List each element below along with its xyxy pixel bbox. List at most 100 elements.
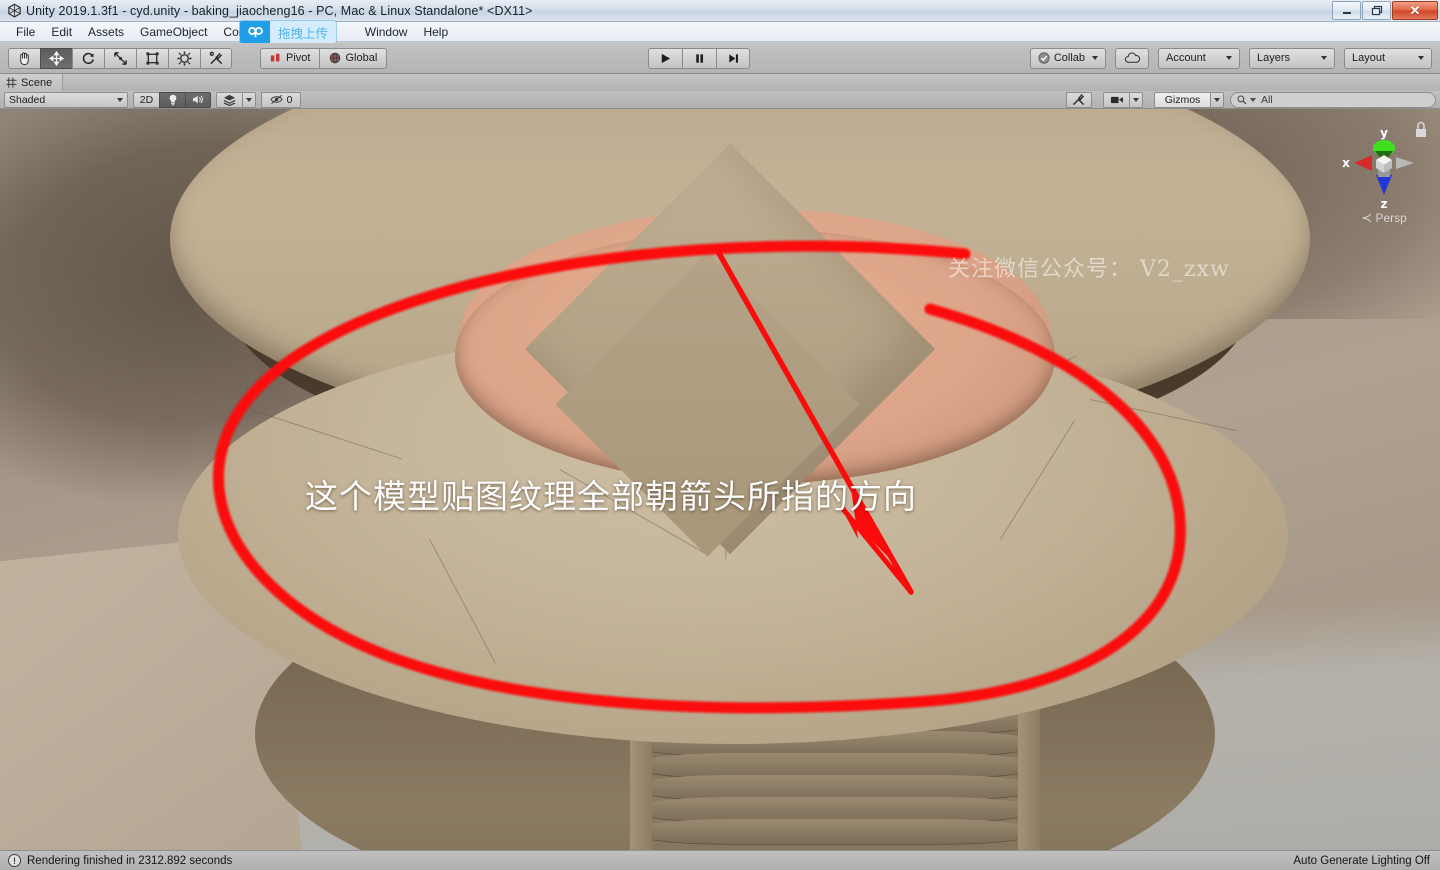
unity-logo-icon — [5, 3, 23, 19]
layout-label: Layout — [1352, 52, 1386, 64]
shading-mode-label: Shaded — [9, 93, 46, 106]
restore-button[interactable] — [1362, 1, 1391, 20]
scene-tools-button[interactable] — [1066, 91, 1092, 108]
svg-text:z: z — [1381, 197, 1388, 211]
menu-gameobject[interactable]: GameObject — [132, 23, 215, 41]
svg-text:x: x — [1342, 156, 1350, 170]
title-bar: Unity 2019.1.3f1 - cyd.unity - baking_ji… — [0, 0, 1440, 22]
scene-toolbar: Shaded 2D 0 Gizmos All — [0, 91, 1440, 109]
scene-viewport[interactable]: 这个模型贴图纹理全部朝箭头所指的方向 关注微信公众号： V2_zxw y z x… — [0, 109, 1440, 850]
chevron-down-icon — [1250, 97, 1256, 102]
unity-editor-window: Unity 2019.1.3f1 - cyd.unity - baking_ji… — [0, 0, 1440, 870]
close-button[interactable]: ✕ — [1392, 1, 1438, 20]
hand-icon — [20, 51, 29, 65]
speaker-icon — [192, 95, 203, 104]
watermark-text: 关注微信公众号： V2_zxw — [948, 257, 1230, 282]
menu-window[interactable]: Window — [357, 23, 416, 41]
transform-tools-group — [8, 47, 232, 69]
gizmo-projection-label[interactable]: ≺ Persp — [1334, 210, 1434, 226]
annotation-note-text: 这个模型贴图纹理全部朝箭头所指的方向 — [305, 477, 917, 516]
effects-dropdown[interactable] — [242, 91, 256, 108]
tab-scene-label: Scene — [21, 76, 53, 89]
scene-grid-icon — [6, 77, 17, 88]
hidden-objects-group: 0 — [261, 91, 301, 108]
layout-button[interactable]: Layout — [1344, 47, 1432, 69]
toggle-2d-button[interactable]: 2D — [133, 91, 159, 108]
scene-lighting-toggle[interactable] — [159, 91, 185, 108]
scene-search-field[interactable]: All — [1230, 91, 1436, 108]
transform-tool-button[interactable] — [168, 47, 200, 69]
step-icon — [728, 53, 738, 63]
menu-bar: File Edit Assets GameObject Com Window H… — [0, 22, 1440, 42]
svg-text:y: y — [1380, 126, 1388, 140]
shading-mode-dropdown[interactable]: Shaded — [4, 91, 128, 108]
camera-group — [1103, 91, 1143, 108]
playback-controls — [648, 47, 750, 69]
gizmo-axis-z: z — [1376, 175, 1392, 211]
chevron-down-icon — [117, 97, 123, 102]
camera-icon — [1110, 96, 1123, 103]
toggle-2d-label: 2D — [139, 93, 154, 106]
move-arrows-icon — [49, 50, 64, 66]
hand-tool-button[interactable] — [8, 47, 40, 69]
tools-icon — [1072, 93, 1085, 106]
pivot-button[interactable]: Pivot — [260, 47, 320, 69]
tab-scene[interactable]: Scene — [0, 74, 64, 91]
camera-dropdown[interactable] — [1129, 91, 1143, 108]
minimize-button[interactable] — [1332, 1, 1361, 20]
scene-camera-button[interactable] — [1103, 91, 1129, 108]
eye-slash-icon — [270, 94, 283, 105]
window-controls: ✕ — [1332, 1, 1438, 20]
menu-assets[interactable]: Assets — [80, 23, 132, 41]
move-tool-button[interactable] — [40, 47, 72, 69]
collab-check-icon — [1038, 52, 1050, 64]
pivot-group: Pivot Global — [260, 47, 388, 69]
scale-tool-button[interactable] — [104, 47, 136, 69]
chevron-down-icon — [1226, 56, 1232, 60]
window-title: Unity 2019.1.3f1 - cyd.unity - baking_ji… — [26, 3, 533, 18]
step-button[interactable] — [716, 47, 750, 69]
toolbar-right-group: Collab Account Layers Layout — [1029, 47, 1432, 69]
view-toggles-group: 2D — [133, 91, 211, 108]
wrench-screwdriver-icon — [209, 51, 222, 64]
scene-search-placeholder: All — [1261, 93, 1273, 106]
globe-icon — [330, 52, 341, 64]
chevron-down-icon — [1133, 97, 1139, 102]
effects-icon — [223, 94, 236, 106]
menu-help[interactable]: Help — [415, 23, 456, 41]
gizmo-axis-x: x — [1342, 155, 1372, 171]
menu-file[interactable]: File — [8, 23, 43, 41]
scene-audio-toggle[interactable] — [185, 91, 211, 108]
layers-button[interactable]: Layers — [1249, 47, 1335, 69]
play-icon — [661, 53, 671, 63]
status-bar: ! Rendering finished in 2312.892 seconds… — [0, 850, 1440, 870]
cloud-button[interactable] — [1115, 47, 1149, 69]
scene-tab-strip: Scene — [0, 74, 1440, 91]
account-button[interactable]: Account — [1158, 47, 1240, 69]
pause-icon — [696, 53, 704, 63]
layers-label: Layers — [1257, 52, 1291, 64]
rotate-tool-button[interactable] — [72, 47, 104, 69]
gizmos-button[interactable]: Gizmos — [1154, 91, 1210, 108]
custom-tool-button[interactable] — [200, 47, 232, 69]
play-button[interactable] — [648, 47, 682, 69]
pivot-label: Pivot — [286, 52, 311, 64]
info-circle-icon: ! — [8, 854, 21, 867]
hidden-objects-count: 0 — [286, 93, 293, 106]
menu-edit[interactable]: Edit — [43, 23, 80, 41]
hidden-objects-button[interactable]: 0 — [261, 91, 301, 108]
chevron-down-icon — [1418, 56, 1424, 60]
status-message[interactable]: Rendering finished in 2312.892 seconds — [27, 855, 232, 867]
collab-button[interactable]: Collab — [1029, 47, 1106, 69]
gizmos-dropdown[interactable] — [1210, 91, 1224, 108]
auto-lighting-status: Auto Generate Lighting Off — [1293, 854, 1430, 867]
unity-toolbar: Pivot Global Collab Account Layers Layou… — [0, 43, 1440, 74]
scene-view-gizmo[interactable]: y z x ≺ Persp — [1334, 113, 1434, 228]
scene-effects-button[interactable] — [216, 91, 242, 108]
pause-button[interactable] — [682, 47, 716, 69]
global-button[interactable]: Global — [319, 47, 388, 69]
global-label: Global — [345, 52, 378, 64]
drag-upload-widget[interactable]: 拖拽上传 — [240, 21, 337, 43]
rect-tool-button[interactable] — [136, 47, 168, 69]
rotate-icon — [82, 52, 94, 64]
